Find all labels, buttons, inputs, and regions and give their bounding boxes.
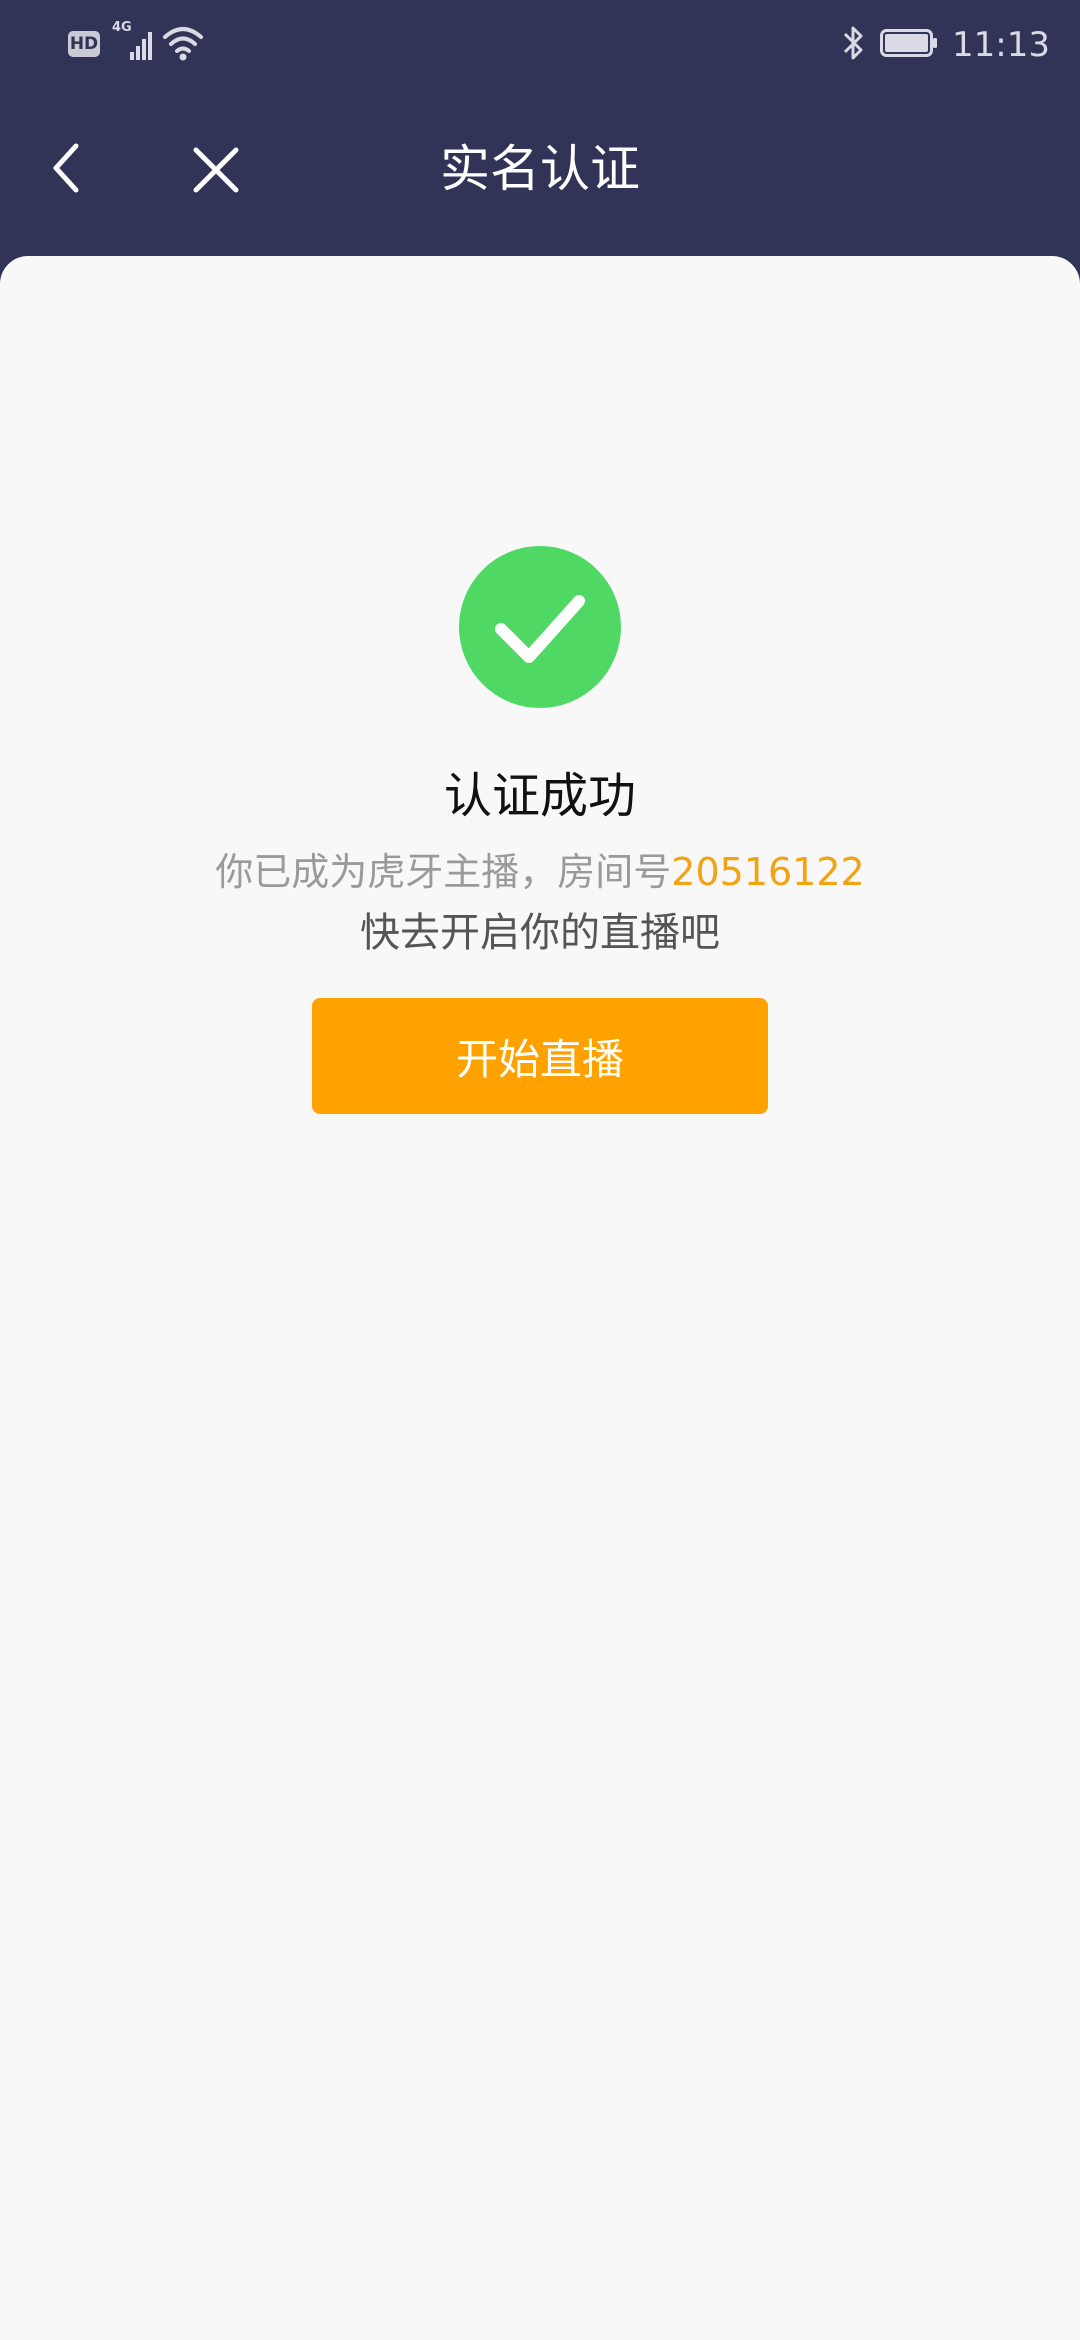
success-message-prefix: 你已成为虎牙主播，房间号 [215,850,672,894]
hd-icon: HD [68,31,100,57]
signal-4g-icon: 4G [110,20,152,64]
success-title: 认证成功 [443,768,636,824]
clock: 11:13 [952,25,1050,65]
room-number: 20516122 [671,850,865,894]
hd-label: HD [69,34,99,54]
bluetooth-icon [840,24,866,66]
check-circle-icon [459,546,621,708]
wifi-icon [162,23,204,65]
nav-bar: 实名认证 [0,90,1080,260]
status-bar: HD 4G 11:13 [0,0,1080,90]
content-card: 认证成功 你已成为虎牙主播，房间号20516122 快去开启你的直播吧 开始直播 [0,256,1080,2340]
success-hint: 快去开启你的直播吧 [360,910,720,956]
page-title: 实名认证 [440,140,640,198]
status-bar-right: 11:13 [840,20,1050,70]
success-message: 你已成为虎牙主播，房间号20516122 [0,844,1080,900]
start-live-button[interactable]: 开始直播 [312,998,768,1114]
start-live-button-label: 开始直播 [455,1034,624,1084]
status-bar-left: HD 4G [68,20,204,65]
battery-icon [880,28,938,62]
